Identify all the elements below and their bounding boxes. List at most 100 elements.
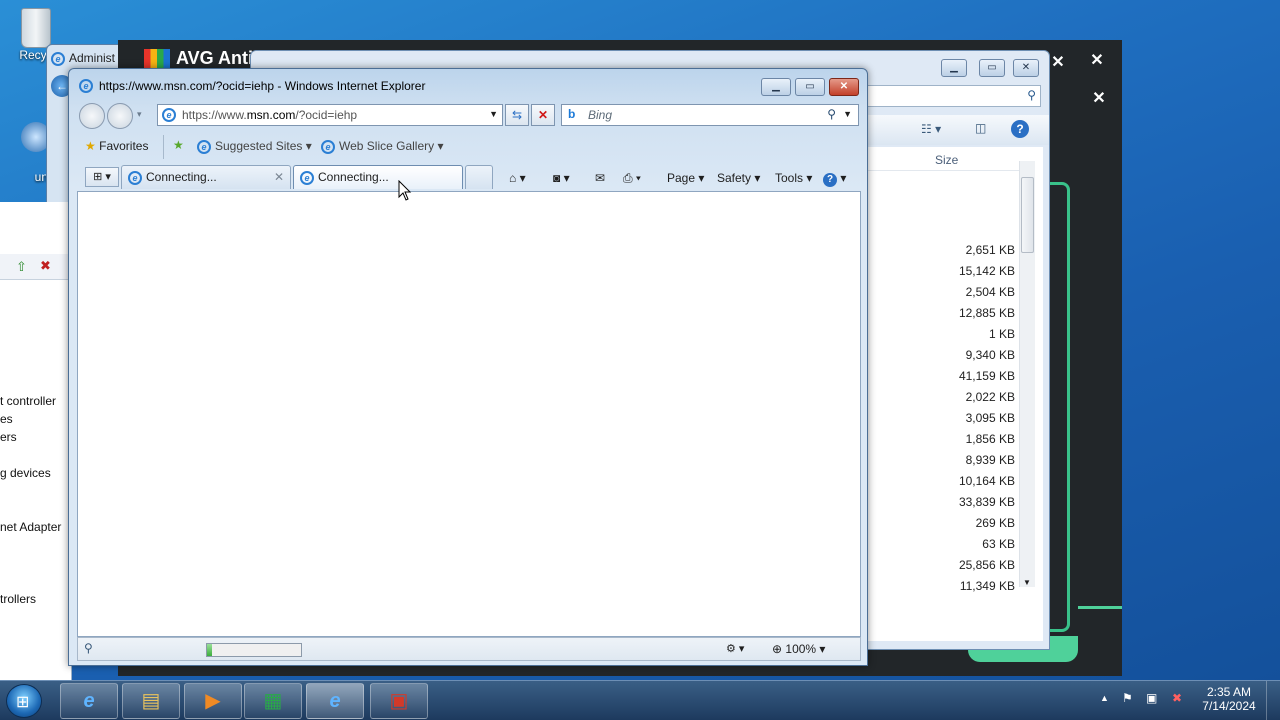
network-icon[interactable]: ▣ [1146,691,1157,705]
search-input[interactable]: b Bing ⚲ ▼ [561,104,859,126]
help-menu-icon[interactable]: ? ▾ [823,171,846,187]
update-driver-icon[interactable]: ⇧ [16,259,27,275]
device-category[interactable]: ers [0,430,17,444]
avg-panel-close-icon[interactable]: ✕ [1088,88,1110,110]
security-zone-icon[interactable]: ⚙ ▾ [726,642,744,655]
device-category[interactable]: t controller [0,394,56,408]
clock[interactable]: 2:35 AM 7/14/2024 [1200,685,1258,713]
preview-pane-icon[interactable]: ◫ [975,121,986,135]
zoom-control[interactable]: ⊕ 100% ▾ [772,642,825,656]
start-button[interactable]: ⊞ [6,684,42,718]
avg-divider [1078,606,1122,609]
avg-close-icon[interactable]: ✕ [1086,50,1108,72]
device-category[interactable]: net Adapter [0,520,61,534]
safety-menu[interactable]: Safety ▾ [717,171,760,185]
clock-date: 7/14/2024 [1202,699,1256,713]
close-tab-icon[interactable]: ✕ [274,170,284,184]
size-cell: 2,022 KB [965,390,1015,404]
minimize-button[interactable]: ▁ [761,78,791,96]
ie-icon: e [197,139,211,154]
page-content[interactable] [77,191,861,637]
size-cell: 9,340 KB [965,348,1015,362]
scroll-thumb[interactable] [1021,177,1034,253]
device-category[interactable]: g devices [0,466,51,480]
address-bar[interactable]: e https://www.msn.com/?ocid=iehp ▼ [157,104,503,126]
explorer-outer-close-icon[interactable]: ✕ [1047,52,1069,74]
tab-connecting-1[interactable]: e Connecting... ✕ [121,165,291,189]
address-text[interactable]: https://www.msn.com/?ocid=iehp [182,108,357,122]
ie-icon: e [79,79,93,93]
taskbar-media-player-icon[interactable]: ▶ [184,683,242,719]
search-icon[interactable]: ⚲ [827,107,836,121]
favorites-bar: ★ Favorites ★ e Suggested Sites ▾ e Web Sl… [77,133,859,161]
size-cell: 15,142 KB [958,264,1015,278]
views-icon[interactable]: ☷ ▾ [921,122,941,136]
windows-logo-icon: ⊞ [16,694,30,711]
size-cell: 11,349 KB [959,579,1015,593]
progress-fill [207,644,212,656]
taskbar-ie-icon[interactable]: e [60,683,118,719]
search-placeholder: Bing [588,108,613,122]
stop-button[interactable]: ✕ [531,104,555,126]
recent-pages-icon[interactable]: ▾ [137,109,142,120]
print-icon[interactable]: ⎙ ▾ [623,171,641,186]
web-slice-gallery-link[interactable]: e Web Slice Gallery ▾ [321,139,444,154]
device-category[interactable]: trollers [0,592,36,606]
uninstall-icon[interactable]: ✖ [40,258,51,274]
loading-progress [206,643,302,657]
avg-title: AVG Anti [176,48,253,68]
forward-button[interactable] [107,103,133,129]
status-bar: ⚲ ⚙ ▾ ⊕ 100% ▾ [77,637,861,661]
favorites-button[interactable]: ★ Favorites [85,139,148,153]
taskbar-ie-active-icon[interactable]: e [306,683,364,719]
feeds-icon[interactable]: ◙ ▾ [553,171,570,185]
maximize-button[interactable]: ▭ [795,78,825,96]
refresh-button[interactable]: ⇆ [505,104,529,126]
size-cell: 8,939 KB [965,453,1015,467]
tab-row: ⊞ ▾ e Connecting... ✕ e Connecting... ⌂ ▾ … [77,163,859,191]
size-column-header[interactable]: Size [867,147,1027,171]
explorer-maximize-button[interactable]: ▭ [979,59,1005,77]
taskbar: ⊞ e ▤ ▶ ▦ e ▣ ▲ ⚑ ▣ ✖ 2:35 AM 7/14/2024 [0,680,1280,720]
page-menu[interactable]: Page ▾ [667,171,704,185]
explorer-file-list: Size 2,651 KB 15,142 KB 2,504 KB 12,885 KB 1… [867,147,1043,641]
explorer-close-button[interactable]: ✕ [1013,59,1039,77]
explorer-minimize-button[interactable]: ▁ [941,59,967,77]
tools-menu[interactable]: Tools ▾ [775,171,812,185]
volume-muted-icon[interactable]: ✖ [1172,691,1182,705]
add-favorites-icon[interactable]: ★ [173,138,184,152]
taskbar-toolbox-icon[interactable]: ▣ [370,683,428,719]
close-button[interactable]: ✕ [829,78,859,96]
ie-icon: e [128,170,142,185]
suggested-sites-link[interactable]: e Suggested Sites ▾ [197,139,312,154]
device-manager-window[interactable]: ⇧ ✖ t controller es ers g devices net Ad… [0,202,72,680]
address-dropdown-icon[interactable]: ▼ [489,109,498,119]
help-icon[interactable]: ? [1011,120,1029,138]
avg-logo-icon [144,49,170,70]
scroll-down-icon[interactable]: ▼ [1023,578,1031,587]
quick-tabs-button[interactable]: ⊞ ▾ [85,167,119,187]
mail-icon[interactable]: ✉ [595,171,605,185]
size-cell: 33,839 KB [958,495,1015,509]
new-tab-button[interactable] [465,165,493,189]
ie-window[interactable]: e https://www.msn.com/?ocid=iehp - Windo… [68,68,868,666]
bing-icon: b [568,107,576,121]
size-cell: 3,095 KB [965,411,1015,425]
back-button[interactable] [79,103,105,129]
ie-window-title: https://www.msn.com/?ocid=iehp - Windows… [99,79,426,93]
ie-icon: e [51,51,65,66]
taskbar-avg-icon[interactable]: ▦ [244,683,302,719]
size-cell: 41,159 KB [958,369,1015,383]
search-options-icon[interactable]: ▼ [843,109,852,119]
home-icon[interactable]: ⌂ ▾ [509,171,526,185]
show-desktop-button[interactable] [1266,681,1280,720]
device-category[interactable]: es [0,412,13,426]
explorer-search-input[interactable]: ⚲ [851,85,1041,107]
taskbar-explorer-icon[interactable]: ▤ [122,683,180,719]
explorer-command-bar: ☷ ▾ ◫ ? [851,115,1049,145]
tab-connecting-2[interactable]: e Connecting... [293,165,463,189]
trash-icon [21,8,51,48]
show-hidden-icons[interactable]: ▲ [1100,693,1109,703]
action-center-flag-icon[interactable]: ⚑ [1122,691,1133,705]
explorer-scrollbar[interactable]: ▼ [1019,161,1035,587]
